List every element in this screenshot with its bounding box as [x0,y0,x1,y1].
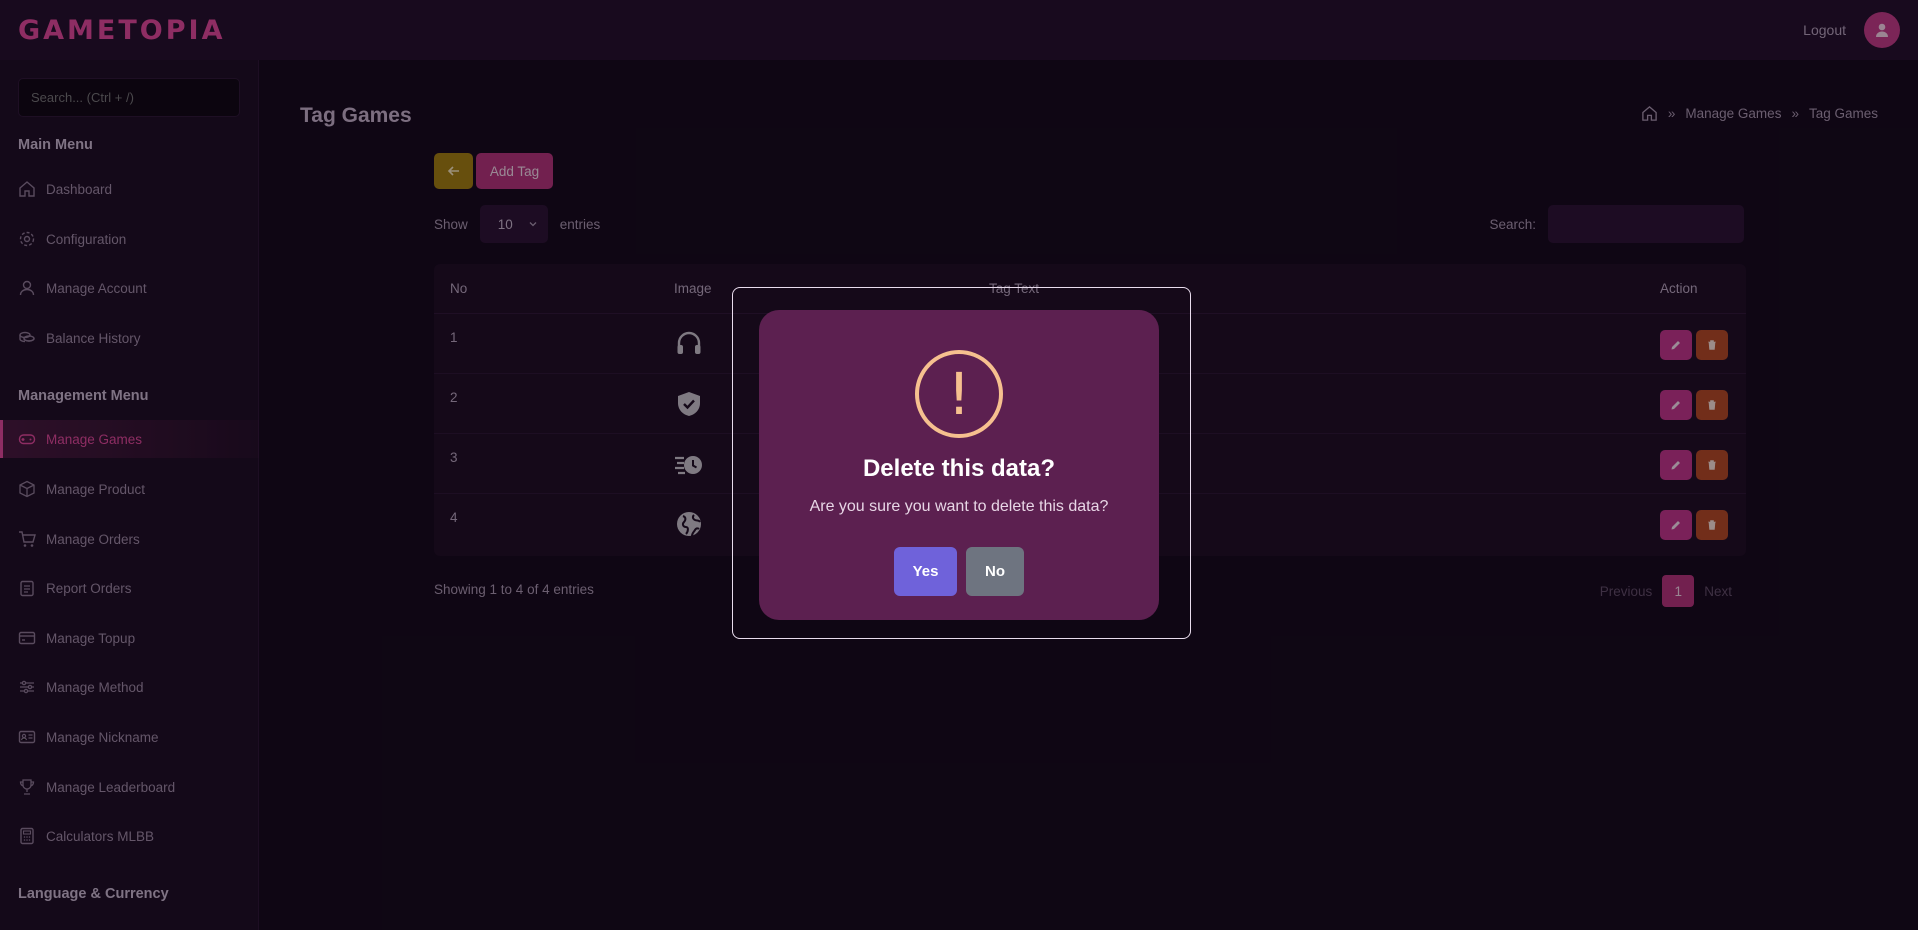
dialog-message: Are you sure you want to delete this dat… [809,498,1109,515]
delete-confirm-dialog: ! Delete this data? Are you sure you wan… [759,310,1159,620]
confirm-yes-button[interactable]: Yes [894,547,957,596]
dialog-title: Delete this data? [862,455,1056,482]
confirm-no-button[interactable]: No [966,547,1024,596]
warning-icon: ! [915,350,1003,438]
